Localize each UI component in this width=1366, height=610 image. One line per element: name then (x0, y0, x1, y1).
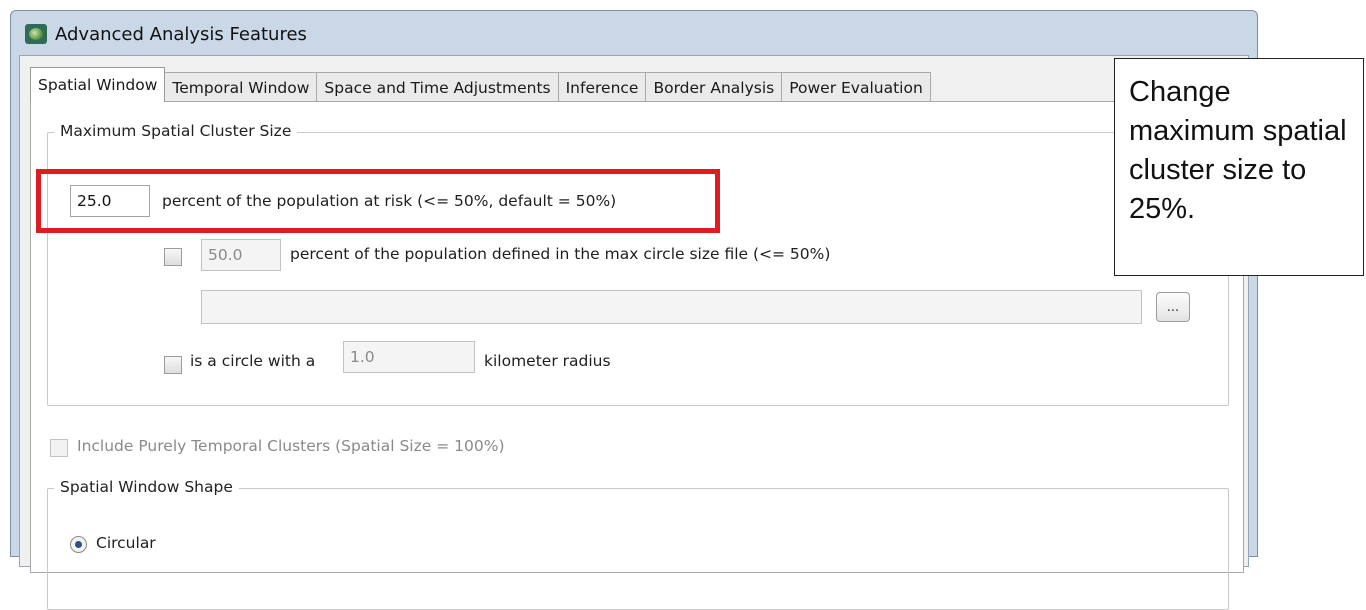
spatial-window-shape-group: Spatial Window Shape Circular (47, 478, 1229, 610)
max-circle-file-checkbox[interactable] (164, 248, 182, 266)
tab-power-evaluation[interactable]: Power Evaluation (781, 72, 931, 102)
tab-border-analysis[interactable]: Border Analysis (645, 72, 783, 102)
tab-strip: Spatial Window Temporal Window Space and… (30, 67, 931, 102)
max-circle-file-input[interactable] (201, 290, 1142, 324)
circular-radio-label: Circular (96, 534, 156, 552)
circle-radius-input[interactable]: 1.0 (343, 341, 475, 373)
tab-temporal-window[interactable]: Temporal Window (164, 72, 318, 102)
tab-spatial-window[interactable]: Spatial Window (30, 67, 166, 102)
circle-radius-prefix-label: is a circle with a (190, 352, 316, 370)
circle-radius-checkbox[interactable] (164, 356, 182, 374)
dialog-client-area: Spatial Window Temporal Window Space and… (19, 55, 1249, 610)
window-title: Advanced Analysis Features (55, 24, 307, 45)
instruction-callout: Change maximum spatial cluster size to 2… (1114, 58, 1364, 276)
dialog-window: Advanced Analysis Features Spatial Windo… (10, 10, 1258, 610)
app-globe-icon (25, 24, 47, 44)
title-bar[interactable]: Advanced Analysis Features (11, 11, 1257, 56)
browse-file-button[interactable]: ... (1156, 292, 1190, 322)
max-circle-percent-input[interactable]: 50.0 (201, 239, 281, 271)
purely-temporal-checkbox[interactable] (50, 439, 68, 457)
max-spatial-cluster-legend: Maximum Spatial Cluster Size (54, 122, 298, 140)
purely-temporal-label: Include Purely Temporal Clusters (Spatia… (77, 437, 505, 455)
max-circle-percent-label: percent of the population defined in the… (290, 245, 831, 263)
circular-radio[interactable] (70, 536, 87, 553)
tab-inference[interactable]: Inference (557, 72, 647, 102)
tab-space-time-adjustments[interactable]: Space and Time Adjustments (316, 72, 559, 102)
spatial-window-shape-legend: Spatial Window Shape (54, 478, 239, 496)
circle-radius-suffix-label: kilometer radius (484, 352, 611, 370)
highlight-annotation-box (36, 169, 720, 233)
